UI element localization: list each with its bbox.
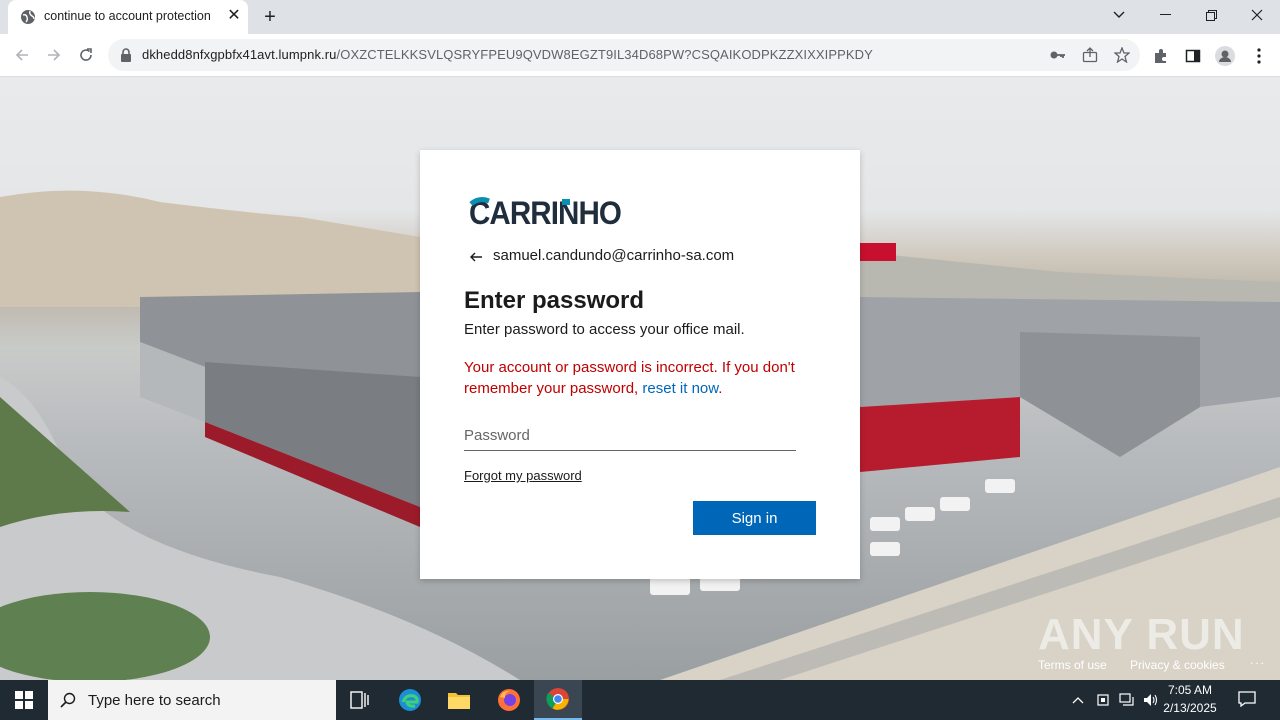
page-content: ANY RUN CARRINHO samuel.candundo@carrinh… bbox=[0, 77, 1280, 680]
back-arrow-icon[interactable] bbox=[468, 249, 484, 265]
network-icon[interactable] bbox=[1118, 692, 1136, 708]
tab-title: continue to account protection bbox=[44, 9, 211, 23]
globe-icon bbox=[21, 10, 35, 24]
bookmark-star-icon[interactable] bbox=[1113, 46, 1131, 64]
lock-icon[interactable] bbox=[120, 48, 132, 62]
forgot-password-link[interactable]: Forgot my password bbox=[464, 468, 582, 483]
close-window-icon[interactable] bbox=[1234, 0, 1280, 30]
login-card: CARRINHO samuel.candundo@carrinho-sa.com… bbox=[420, 150, 860, 579]
browser-toolbar: dkhedd8nfxgpbfx41avt.lumpnk.ru/OXZCTELKK… bbox=[0, 34, 1280, 77]
clock-time[interactable]: 7:05 AM bbox=[1160, 683, 1220, 697]
tab-search-icon[interactable] bbox=[1096, 0, 1142, 30]
new-tab-button[interactable]: + bbox=[258, 6, 282, 28]
tab-strip: continue to account protection ✕ + bbox=[0, 0, 1280, 34]
windows-taskbar: Type here to search 7:05 AM 2/13/2025 bbox=[0, 680, 1280, 720]
menu-kebab-icon[interactable] bbox=[1249, 46, 1269, 66]
url-host: dkhedd8nfxgpbfx41avt.lumpnk.ru bbox=[142, 47, 337, 62]
url-text: dkhedd8nfxgpbfx41avt.lumpnk.ru/OXZCTELKK… bbox=[142, 47, 873, 62]
svg-text:CARRINHO: CARRINHO bbox=[469, 196, 621, 230]
notifications-icon[interactable] bbox=[1238, 691, 1256, 707]
url-path: /OXZCTELKKSVLQSRYFPEU9QVDW8EGZT9IL34D68P… bbox=[336, 47, 873, 62]
profile-avatar-icon[interactable] bbox=[1215, 46, 1235, 66]
page-title: Enter password bbox=[464, 287, 645, 314]
side-panel-icon[interactable] bbox=[1183, 46, 1203, 66]
clock-date[interactable]: 2/13/2025 bbox=[1160, 701, 1220, 715]
minimize-icon[interactable] bbox=[1142, 0, 1188, 30]
restore-icon[interactable] bbox=[1188, 0, 1234, 30]
close-tab-icon[interactable]: ✕ bbox=[226, 8, 242, 24]
search-placeholder: Type here to search bbox=[88, 692, 221, 709]
error-message: Your account or password is incorrect. I… bbox=[464, 357, 824, 399]
extensions-icon[interactable] bbox=[1151, 46, 1171, 66]
terms-of-use-link[interactable]: Terms of use bbox=[1038, 658, 1107, 672]
reset-password-link[interactable]: reset it now bbox=[642, 380, 718, 397]
address-bar[interactable]: dkhedd8nfxgpbfx41avt.lumpnk.ru/OXZCTELKK… bbox=[108, 39, 1140, 71]
search-icon bbox=[60, 692, 76, 708]
edge-browser-icon[interactable] bbox=[386, 680, 434, 720]
error-end: . bbox=[718, 380, 723, 397]
more-options-link[interactable]: ... bbox=[1250, 653, 1266, 667]
file-explorer-icon[interactable] bbox=[435, 680, 483, 720]
browser-tab[interactable]: continue to account protection ✕ bbox=[8, 0, 248, 34]
firefox-icon[interactable] bbox=[485, 680, 533, 720]
security-tray-icon[interactable] bbox=[1094, 692, 1112, 708]
privacy-cookies-link[interactable]: Privacy & cookies bbox=[1130, 658, 1225, 672]
start-windows-icon[interactable] bbox=[0, 680, 48, 720]
chrome-icon[interactable] bbox=[534, 680, 582, 720]
account-email: samuel.candundo@carrinho-sa.com bbox=[493, 247, 735, 264]
reload-icon[interactable] bbox=[73, 42, 99, 68]
back-icon[interactable] bbox=[9, 42, 35, 68]
forward-icon[interactable] bbox=[41, 42, 67, 68]
key-icon[interactable] bbox=[1049, 46, 1067, 64]
taskbar-search-box[interactable]: Type here to search bbox=[48, 680, 336, 720]
password-field[interactable] bbox=[464, 420, 796, 451]
volume-icon[interactable] bbox=[1142, 692, 1160, 708]
error-text: Your account or password is incorrect. I… bbox=[464, 359, 795, 397]
sign-in-button[interactable]: Sign in bbox=[693, 501, 816, 535]
task-view-icon[interactable] bbox=[336, 680, 384, 720]
carrinho-logo: CARRINHO bbox=[469, 196, 622, 230]
share-icon[interactable] bbox=[1081, 46, 1099, 64]
anyrun-watermark: ANY RUN bbox=[1038, 610, 1245, 659]
subtitle: Enter password to access your office mai… bbox=[464, 321, 745, 338]
chevron-up-icon[interactable] bbox=[1069, 692, 1087, 708]
